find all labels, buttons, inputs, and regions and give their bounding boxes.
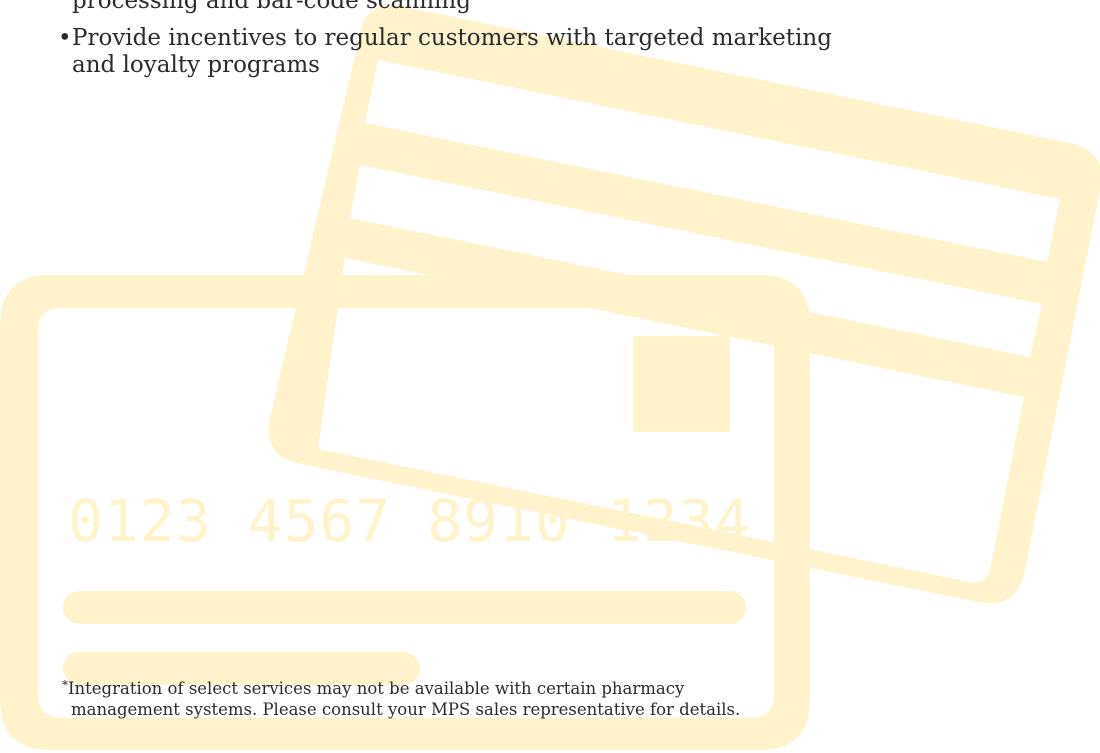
bullet-dot-icon: • bbox=[58, 25, 72, 51]
bullet-list: processing and bar-code scanning • Provi… bbox=[58, 0, 862, 89]
footnote-line-2: management systems. Please consult your … bbox=[71, 700, 741, 719]
card-chip-icon bbox=[633, 336, 730, 432]
card-number: 0123 4567 8910 1234 bbox=[68, 487, 750, 555]
bullet-item: • Provide incentives to regular customer… bbox=[58, 25, 862, 79]
bullet-text: Provide incentives to regular customers … bbox=[72, 25, 832, 51]
bullet-text: processing and bar-code scanning bbox=[72, 0, 471, 14]
bullet-item-continuation: processing and bar-code scanning bbox=[62, 0, 862, 15]
footnote-line-1: Integration of select services may not b… bbox=[68, 679, 685, 698]
credit-card-illustration: 0123 4567 8910 1234 bbox=[0, 5, 1100, 750]
bullet-text-line2: and loyalty programs bbox=[72, 52, 320, 78]
card-stripe-long bbox=[63, 591, 746, 624]
footnote: *Integration of select services may not … bbox=[62, 675, 822, 720]
